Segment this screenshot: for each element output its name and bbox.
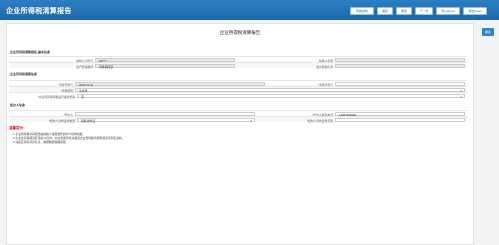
app-title: 企业所得税清算报告 [6,8,72,15]
tip-item: 3.请如实填写清算信息，确保数据准确完整。 [13,140,69,145]
period-label: 生产经营期间 [76,64,93,69]
page-title: 企业所得税清算报告 [219,30,261,35]
report-side-button[interactable]: 报表 [482,28,494,36]
tips-box: 温馨提示： 1.企业所得税清算报告由纳税人或其委托的中介机构填报。 2.企业在清… [9,126,409,145]
section-agent-info: 经办人信息 [10,103,26,107]
chevron-down-icon: ▾ [460,94,462,99]
attach-docs-button[interactable]: 附报资料 [350,7,374,15]
chevron-down-icon: ▾ [250,118,252,123]
row-period: 生产经营期间 清算期间至 会计机构人员 [9,62,467,69]
handler-select[interactable]: 否 ▾ [77,94,465,99]
row-agent-doc: *经办人身份证件类型 居民身份证 ▾ *经办人身份证件号码 [9,116,467,123]
accountant-label: 会计机构人员 [316,64,333,69]
save-button[interactable]: 保存 [377,7,393,15]
accountant-field [335,64,465,68]
period-field: 清算期间至 [95,64,235,69]
export-excel-button[interactable]: 导出Excel [463,7,487,15]
import-excel-button[interactable]: 导入Excel [436,7,460,15]
doc-type-select[interactable]: 居民身份证 ▾ [77,118,255,123]
section-basic-info: 企业所得税清算报告-基本信息 [10,50,50,54]
handler-label: *企业清算所得税是否事务所等 [37,94,75,99]
reset-button[interactable]: 重置 [396,7,412,15]
top-bar: 企业所得税清算报告 附报资料 保存 重置 下一步 导入Excel 导出Excel [0,0,499,20]
doc-no-input[interactable] [335,118,465,122]
tips-title: 温馨提示： [9,126,27,130]
row-handler: *企业清算所得税是否事务所等 否 ▾ [9,92,467,99]
doc-no-label: *经办人身份证件号码 [306,118,333,123]
next-step-button[interactable]: 下一步 [415,7,433,15]
doc-type-label: *经办人身份证件类型 [48,118,75,123]
section-liquidation-info: 企业所得税清算信息 [10,72,38,76]
